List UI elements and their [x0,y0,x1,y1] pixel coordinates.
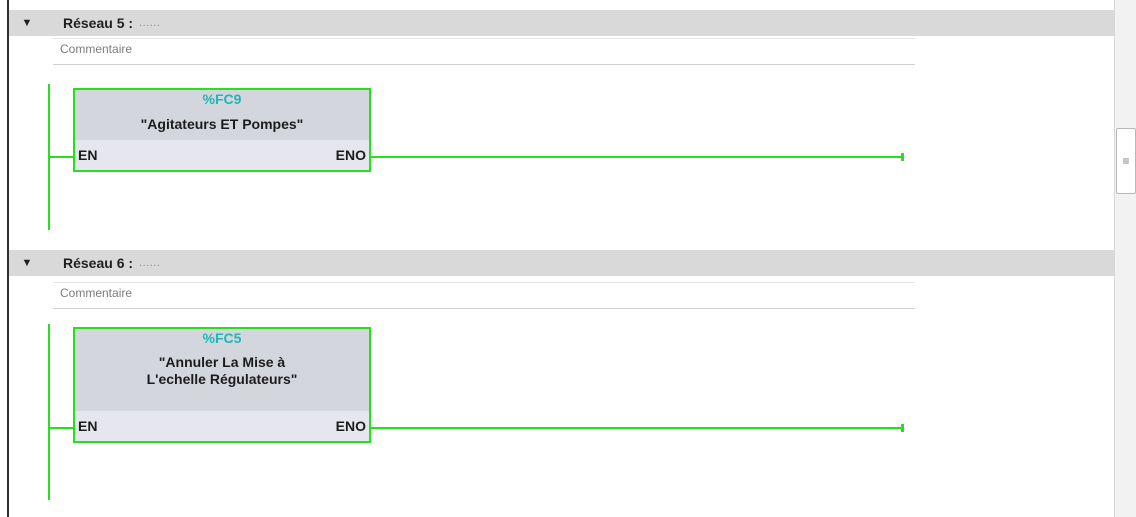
block-name-line-1: "Annuler La Mise à [158,354,286,370]
network-5-title-placeholder[interactable]: ...... [139,17,160,29]
network-6-title: Réseau 6 : [63,255,134,271]
collapse-toggle-network-6[interactable]: ▼ [9,250,45,276]
grip-lines-icon: ≡ [1122,154,1130,168]
network-6-header[interactable]: ▼ Réseau 6 : ...... [9,250,1114,276]
block-address: %FC9 [202,91,242,107]
rung-end-terminal [901,424,904,432]
eno-pin[interactable]: ENO [336,418,366,434]
block-name: "Agitateurs ET Pompes" [140,116,304,132]
vertical-scrollbar[interactable]: ≡ [1114,0,1136,517]
triangle-down-icon: ▼ [21,17,33,29]
collapse-toggle-network-5[interactable]: ▼ [9,10,45,36]
power-rail [48,324,50,500]
network-6-title-placeholder[interactable]: ...... [139,257,160,269]
en-wire [50,156,74,158]
fc5-call-block[interactable]: %FC5 "Annuler La Mise à L'echelle Régula… [73,327,371,443]
network-6-rung: %FC5 "Annuler La Mise à L'echelle Régula… [0,324,1114,504]
network-5-title: Réseau 5 : [63,15,134,31]
eno-wire [371,156,903,158]
network-6-comment[interactable]: Commentaire [53,282,915,309]
eno-wire [371,427,903,429]
block-name-line-2: L'echelle Régulateurs" [146,371,298,387]
fc9-call-block[interactable]: %FC9 "Agitateurs ET Pompes" EN ENO [73,88,371,172]
rung-end-terminal [901,153,904,161]
ladder-editor: ▼ Réseau 5 : ...... Commentaire %FC9 "Ag… [0,0,1136,517]
network-5-header[interactable]: ▼ Réseau 5 : ...... [9,10,1114,36]
network-5-comment[interactable]: Commentaire [53,38,915,65]
en-wire [50,427,74,429]
network-5-rung: %FC9 "Agitateurs ET Pompes" EN ENO [0,84,1114,234]
eno-pin[interactable]: ENO [336,147,366,163]
en-pin[interactable]: EN [78,418,97,434]
en-pin[interactable]: EN [78,147,97,163]
scrollbar-thumb[interactable]: ≡ [1116,128,1136,194]
triangle-down-icon: ▼ [21,257,33,269]
block-address: %FC5 [202,330,242,346]
